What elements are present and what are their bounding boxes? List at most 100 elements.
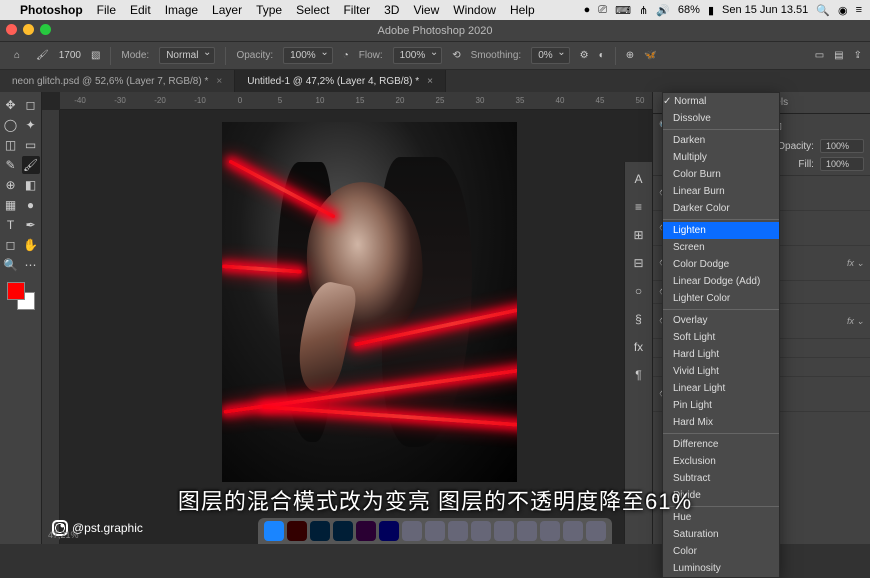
app7-dock-icon[interactable] [540, 521, 560, 541]
wand-tool[interactable]: ✦ [22, 116, 40, 134]
screen-icon[interactable]: ⎚ [598, 4, 607, 17]
app6-dock-icon[interactable] [517, 521, 537, 541]
strip-adjustments-icon[interactable]: ○ [635, 284, 642, 298]
window-close-button[interactable] [6, 24, 17, 35]
canvas-area[interactable]: -40-30-20-10051015202530354045505560 @ps… [42, 92, 652, 544]
blend-mode-normal[interactable]: Normal [663, 93, 779, 110]
mode-dropdown[interactable]: Normal [159, 47, 215, 64]
menu-view[interactable]: View [413, 3, 439, 17]
app4-dock-icon[interactable] [471, 521, 491, 541]
ps-dock-icon[interactable] [310, 521, 330, 541]
workspace-icon[interactable]: ▤ [834, 50, 843, 61]
ai-dock-icon[interactable] [287, 521, 307, 541]
blend-mode-color-burn[interactable]: Color Burn [663, 166, 779, 183]
opacity-dropdown[interactable]: 100% [283, 47, 333, 64]
menu-3d[interactable]: 3D [384, 3, 399, 17]
menu-edit[interactable]: Edit [130, 3, 151, 17]
brush-preset-icon[interactable]: 🖌 [36, 50, 49, 61]
app2-dock-icon[interactable] [425, 521, 445, 541]
marquee-tool[interactable]: ◻ [22, 96, 40, 114]
blend-mode-luminosity[interactable]: Luminosity [663, 560, 779, 577]
strip-color-icon[interactable]: ⊟ [633, 256, 643, 270]
rec-icon[interactable]: ● [584, 4, 591, 16]
type-tool[interactable]: T [2, 216, 20, 234]
wifi-icon[interactable]: ⋔ [639, 4, 648, 17]
pen-tool[interactable]: ✒ [22, 216, 40, 234]
fx-badge[interactable]: fx ⌄ [847, 258, 864, 269]
app3-dock-icon[interactable] [448, 521, 468, 541]
strip-character-icon[interactable]: A [634, 172, 642, 186]
blend-mode-linear-burn[interactable]: Linear Burn [663, 183, 779, 200]
blend-mode-multiply[interactable]: Multiply [663, 149, 779, 166]
blend-mode-difference[interactable]: Difference [663, 436, 779, 453]
doc-tab-2[interactable]: Untitled-1 @ 47,2% (Layer 4, RGB/8) * × [235, 70, 446, 92]
menu-image[interactable]: Image [165, 3, 198, 17]
panel-fill-value[interactable]: 100% [820, 157, 864, 171]
blend-mode-overlay[interactable]: Overlay [663, 312, 779, 329]
strip-swatches-icon[interactable]: ⊞ [633, 228, 643, 242]
menu-help[interactable]: Help [510, 3, 535, 17]
blend-mode-exclusion[interactable]: Exclusion [663, 453, 779, 470]
blend-mode-darken[interactable]: Darken [663, 132, 779, 149]
menu-layer[interactable]: Layer [212, 3, 242, 17]
shape-tool[interactable]: ◻ [2, 236, 20, 254]
zoom-level[interactable]: 47,21% [48, 530, 79, 540]
strip-glyphs-icon[interactable]: ¶ [635, 368, 641, 382]
eraser-tool[interactable]: ◧ [22, 176, 40, 194]
strip-fx-icon[interactable]: fx [634, 340, 643, 354]
app8-dock-icon[interactable] [563, 521, 583, 541]
siri-icon[interactable]: ◉ [838, 4, 848, 17]
color-swatches[interactable] [7, 282, 35, 310]
blend-mode-color[interactable]: Color [663, 543, 779, 560]
keyboard-icon[interactable]: ⌨ [615, 4, 631, 17]
blend-mode-saturation[interactable]: Saturation [663, 526, 779, 543]
pr-dock-icon[interactable] [356, 521, 376, 541]
blend-mode-linear-light[interactable]: Linear Light [663, 380, 779, 397]
flow-dropdown[interactable]: 100% [393, 47, 443, 64]
search-icon[interactable]: ▭ [815, 50, 824, 61]
foreground-swatch[interactable] [7, 282, 25, 300]
window-minimize-button[interactable] [23, 24, 34, 35]
doc-tab-1[interactable]: neon glitch.psd @ 52,6% (Layer 7, RGB/8)… [0, 70, 235, 92]
clone-tool[interactable]: ⊕ [2, 176, 20, 194]
fx-badge[interactable]: fx ⌄ [847, 316, 864, 327]
app1-dock-icon[interactable] [402, 521, 422, 541]
butterfly-icon[interactable]: 🦋 [644, 50, 656, 61]
brush-tool[interactable]: 🖌 [22, 156, 40, 174]
brush-size-value[interactable]: 1700 [59, 50, 81, 61]
smoothing-dropdown[interactable]: 0% [531, 47, 569, 64]
app-menu[interactable]: Photoshop [20, 3, 83, 17]
blend-mode-dissolve[interactable]: Dissolve [663, 110, 779, 127]
doc-tab-2-close-icon[interactable]: × [427, 76, 433, 87]
airbrush-icon[interactable]: ⟲ [452, 50, 460, 61]
blend-mode-hard-light[interactable]: Hard Light [663, 346, 779, 363]
menu-type[interactable]: Type [256, 3, 282, 17]
gradient-tool[interactable]: ▦ [2, 196, 20, 214]
smoothing-options-icon[interactable]: ⚙ [580, 50, 589, 61]
window-zoom-button[interactable] [40, 24, 51, 35]
angle-icon[interactable]: ◐ [599, 50, 605, 61]
menu-file[interactable]: File [97, 3, 116, 17]
menu-window[interactable]: Window [453, 3, 496, 17]
crop-tool[interactable]: ◫ [2, 136, 20, 154]
hand-tool[interactable]: ✋ [22, 236, 40, 254]
symmetry-icon[interactable]: ⊕ [626, 50, 634, 61]
strip-paragraph-icon[interactable]: ≡ [635, 200, 642, 214]
blend-mode-hard-mix[interactable]: Hard Mix [663, 414, 779, 431]
lr-dock-icon[interactable] [333, 521, 353, 541]
ruler-vertical[interactable] [42, 110, 60, 544]
menu-select[interactable]: Select [296, 3, 329, 17]
lasso-tool[interactable]: ◯ [2, 116, 20, 134]
volume-icon[interactable]: 🔊 [656, 4, 670, 17]
app9-dock-icon[interactable] [586, 521, 606, 541]
brush-picker-icon[interactable]: ▧ [91, 50, 100, 61]
blend-mode-linear-dodge-add-[interactable]: Linear Dodge (Add) [663, 273, 779, 290]
notif-icon[interactable]: ≡ [856, 4, 862, 16]
datetime[interactable]: Sen 15 Jun 13.51 [722, 4, 808, 16]
blend-mode-darker-color[interactable]: Darker Color [663, 200, 779, 217]
doc-tab-1-close-icon[interactable]: × [216, 76, 222, 87]
blend-mode-color-dodge[interactable]: Color Dodge [663, 256, 779, 273]
eyedropper-tool[interactable]: ✎ [2, 156, 20, 174]
finder-dock-icon[interactable] [264, 521, 284, 541]
ae-dock-icon[interactable] [379, 521, 399, 541]
